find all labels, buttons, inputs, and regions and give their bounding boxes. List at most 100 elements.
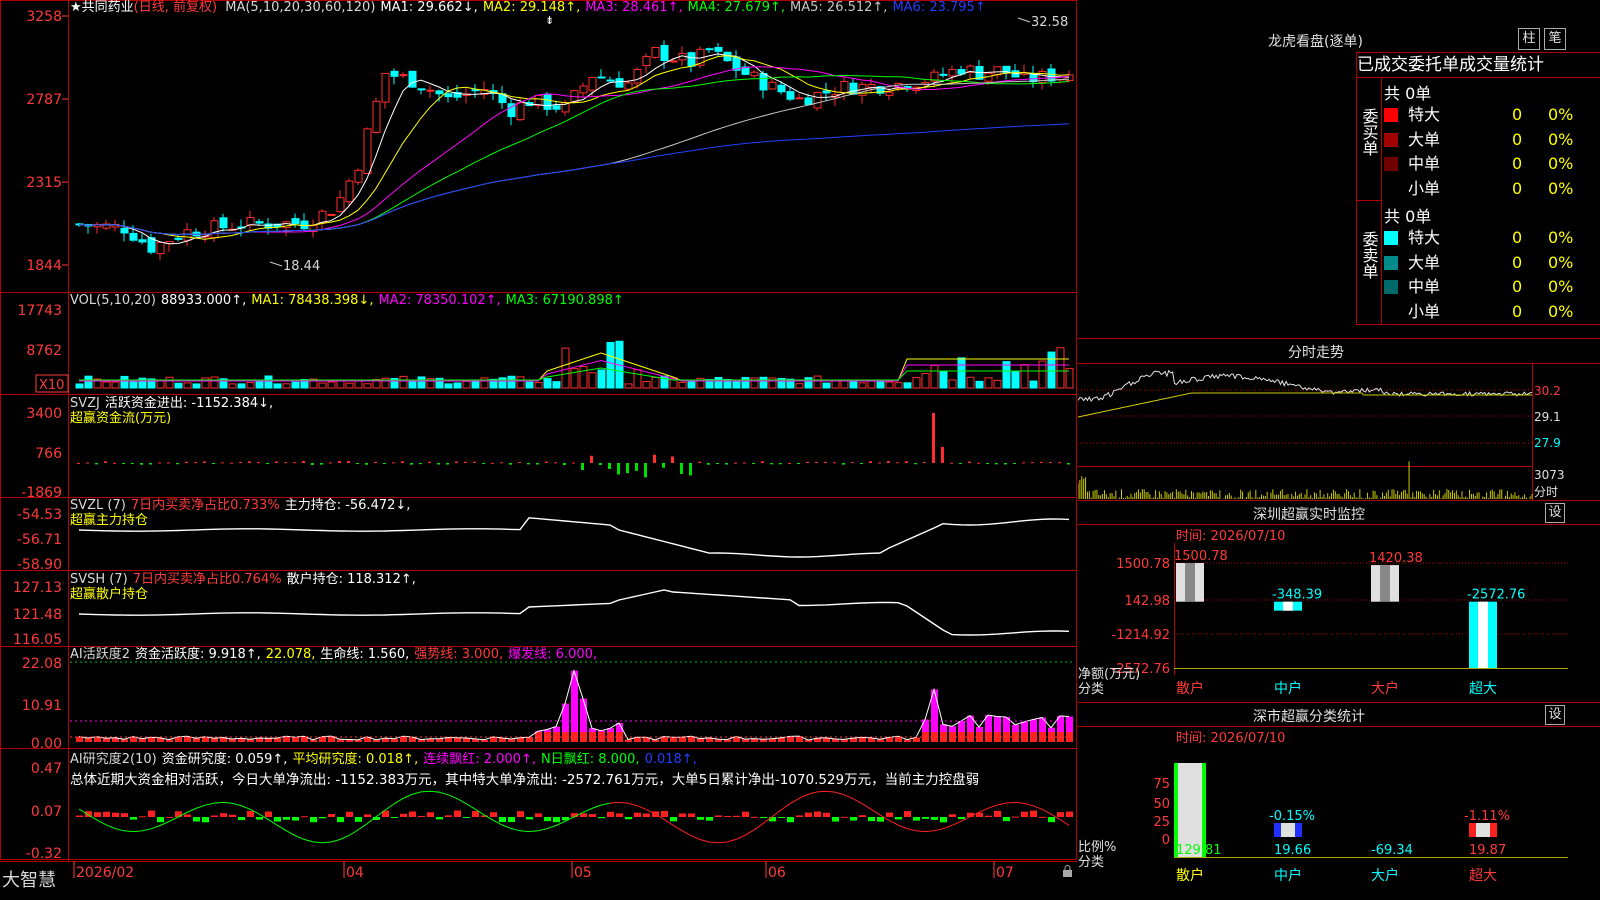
volume-segment: 88933.000↑,	[160, 293, 247, 308]
favorite-star-icon[interactable]: ★	[70, 0, 82, 15]
date-label-2: 04	[346, 865, 364, 881]
monitor-category: 超大	[1469, 681, 1497, 697]
svzj-bar	[689, 463, 692, 476]
candle	[291, 218, 300, 225]
ai-research-bar	[328, 814, 335, 817]
sell-row-count: 0	[1512, 301, 1523, 321]
svzj-bar	[563, 463, 566, 465]
low-label: 18.44	[283, 259, 320, 274]
ai-research-bar	[274, 817, 281, 822]
svzj-bar	[887, 461, 890, 463]
svzj-bar	[788, 462, 791, 464]
svzj-bar	[392, 462, 395, 464]
intraday-chart[interactable]: 30.2 29.1 27.9 3073 分时	[1078, 339, 1600, 501]
classify-bar-core	[1476, 823, 1490, 837]
svzl-segment: 7日内买卖净占比0.733%	[130, 498, 280, 513]
ai-research-tick-3: -0.32	[26, 846, 62, 862]
candle	[210, 220, 219, 239]
candle	[813, 91, 822, 109]
ai-active-bar-top	[1066, 716, 1073, 732]
monitor-value-label: -2572.76	[1467, 588, 1525, 603]
tab-orders[interactable]: 委托单	[1408, 55, 1459, 75]
ai-research-bar	[625, 817, 632, 820]
svzj-bar	[968, 461, 971, 463]
monitor-category: 中户	[1274, 680, 1302, 697]
ai-active-bar	[139, 738, 146, 742]
candle	[840, 81, 849, 93]
ai-active-bar-top	[1039, 717, 1046, 732]
tab-filled[interactable]: 已成交	[1357, 55, 1408, 75]
sell-row: 特大 0 0%	[1384, 226, 1600, 251]
classify-value-label: 129.81	[1176, 843, 1222, 858]
ai-research-bar	[211, 815, 218, 817]
ai-research-bar	[868, 817, 875, 822]
candle	[552, 105, 561, 110]
ai-research-bar	[643, 813, 650, 817]
svzl-tick-2: -56.71	[17, 532, 62, 548]
date-label-3: 05	[574, 865, 592, 881]
ai-research-bar	[103, 811, 110, 817]
volume-bar	[84, 375, 93, 389]
tab-volume-stats[interactable]: 成交量统计	[1459, 55, 1544, 75]
ai-research-bar	[922, 817, 929, 819]
svzj-bar	[239, 461, 242, 463]
svzj-bar	[140, 463, 143, 465]
monitor-chart: 1500.78 -348.39 1420.38 -2572.76 1500.78 142…	[1078, 524, 1600, 697]
svzj-bar	[806, 461, 809, 463]
longhu-table: 委买单 共 0单 特大 0 0% 大单 0 0% 中单 0 0% 小单 0 0% 委卖单 共 0单 特…	[1356, 78, 1600, 325]
sell-row: 中单 0 0%	[1384, 275, 1600, 300]
lock-icon[interactable]	[1063, 865, 1072, 878]
ai-research-bar	[490, 812, 497, 817]
volume-bar	[129, 381, 138, 389]
bar-view-button[interactable]: 柱	[1518, 28, 1540, 50]
candle	[795, 97, 804, 100]
ai-research-bar	[238, 817, 245, 821]
volume-bar	[795, 383, 804, 389]
candle	[615, 78, 624, 88]
ai-active-bar-top	[994, 716, 1001, 732]
volume-bar	[651, 376, 660, 389]
candle	[633, 68, 642, 84]
price-segment: MA2: 29.148↑,	[482, 0, 581, 15]
volume-bar	[264, 375, 273, 389]
svsh-segment: 散户持仓: 118.312↑,	[286, 572, 416, 587]
svzj-bar	[104, 461, 107, 463]
ai-research-bar	[832, 817, 839, 822]
buy-row-pct: 0%	[1548, 105, 1574, 124]
ma-readouts: MA(5,10,20,30,60,120) MA1: 29.662↓, MA2: 2…	[225, 0, 990, 15]
stroke-view-button[interactable]: 笔	[1544, 28, 1566, 50]
ai-research-bar	[706, 817, 713, 821]
vol-tick-2: 8762	[26, 343, 62, 359]
ai-research-bar	[796, 815, 803, 817]
ai-active-bar	[679, 737, 686, 742]
ai-active-bars	[76, 668, 1073, 742]
ai-research-bar	[1057, 812, 1064, 817]
candle	[336, 197, 345, 213]
classify-value-label: 19.66	[1274, 843, 1311, 858]
monitor-value-label: 1500.78	[1174, 549, 1228, 564]
ai-active-bar	[292, 737, 299, 742]
volume-bar	[516, 376, 525, 389]
ai-research-bar	[1012, 816, 1019, 818]
ai-research-bar	[1003, 817, 1010, 822]
ai-research-bar	[958, 817, 965, 820]
sell-swatch	[1384, 255, 1398, 270]
ai-research-bar	[517, 811, 524, 817]
volume-bar	[606, 341, 615, 389]
ai-active-bar	[103, 738, 110, 742]
classify-tick: 75	[1153, 777, 1170, 792]
classify-bar-core	[1281, 823, 1295, 837]
svzj-segment: 活跃资金进出: -1152.384↓,	[104, 396, 274, 411]
svzj-bar	[113, 462, 116, 464]
volume-bar	[588, 372, 597, 389]
ai-research-bar	[670, 817, 677, 822]
ai-research-bar	[310, 817, 317, 823]
vol-unit: X10	[39, 378, 64, 393]
sell-rows: 特大 0 0% 大单 0 0% 中单 0 0% 小单 0 0%	[1384, 226, 1600, 324]
monitor-bar	[1469, 601, 1497, 668]
candle	[939, 73, 948, 76]
svzj-bar	[959, 463, 962, 464]
candle	[183, 229, 192, 241]
kline-mode[interactable]: (日线, 前复权)	[134, 0, 217, 15]
ai-research-bar	[409, 811, 416, 817]
